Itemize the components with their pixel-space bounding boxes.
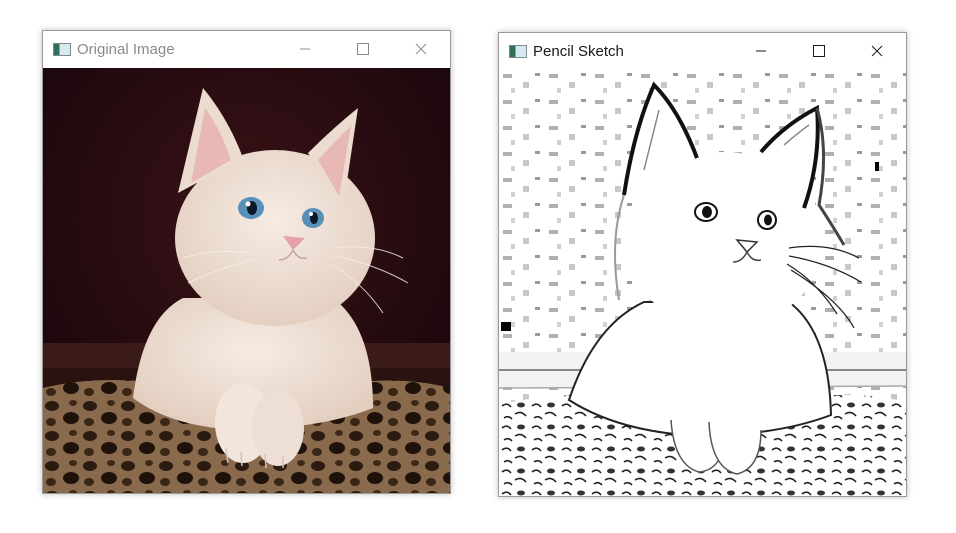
close-icon: [871, 45, 883, 57]
window-title: Original Image: [77, 40, 175, 58]
kitten-sketch: [499, 70, 906, 496]
app-icon: [53, 42, 71, 56]
image-canvas: [43, 68, 450, 493]
close-button[interactable]: [392, 31, 450, 67]
original-image-window: Original Image: [42, 30, 451, 494]
minimize-icon: [300, 48, 310, 50]
app-icon: [509, 44, 527, 58]
close-button[interactable]: [848, 33, 906, 69]
minimize-icon: [756, 50, 766, 52]
maximize-icon: [813, 45, 825, 57]
maximize-button[interactable]: [334, 31, 392, 67]
maximize-button[interactable]: [790, 33, 848, 69]
minimize-button[interactable]: [276, 31, 334, 67]
window-title: Pencil Sketch: [533, 42, 624, 60]
image-canvas: [499, 70, 906, 496]
kitten-photo: [43, 68, 450, 493]
title-bar[interactable]: Pencil Sketch: [499, 33, 906, 69]
pencil-sketch-window: Pencil Sketch: [498, 32, 907, 497]
title-bar[interactable]: Original Image: [43, 31, 450, 67]
minimize-button[interactable]: [732, 33, 790, 69]
maximize-icon: [357, 43, 369, 55]
close-icon: [415, 43, 427, 55]
